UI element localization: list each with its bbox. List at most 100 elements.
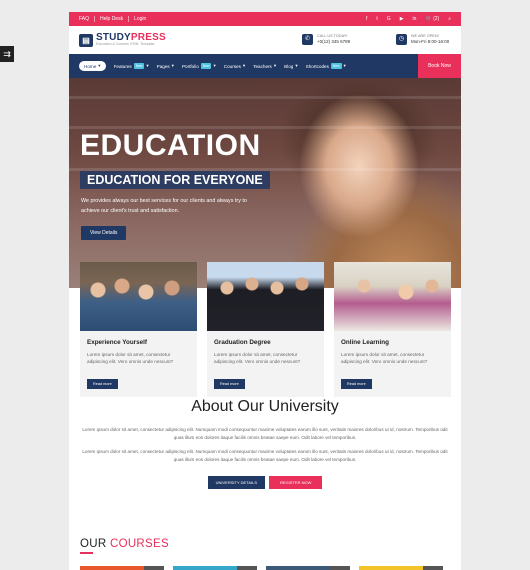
top-bar: FAQ Help Desk Login f t G ▶ in 🛒 (2) ⌕: [69, 12, 461, 26]
courses-title: OUR COURSES: [80, 538, 169, 554]
chevron-down-icon: ▾: [98, 63, 101, 68]
course-price-tag: [330, 566, 350, 570]
card-title: Experience Yourself: [87, 339, 147, 346]
nav-portfolio-label: Portfolio: [181, 63, 199, 69]
nav-blog[interactable]: Blog ▾: [284, 63, 298, 69]
call-text: CALL US TODAY! +0(12) 345 6789: [317, 34, 350, 45]
side-menu-toggle[interactable]: ⇉: [0, 46, 14, 62]
card-body: Online Learning Lorem ipsum dolor sit am…: [334, 331, 451, 397]
social-links: f t G ▶ in 🛒 (2) ⌕: [366, 16, 451, 22]
chevron-down-icon: ▾: [213, 63, 216, 68]
read-more-button[interactable]: Read more: [214, 378, 245, 389]
cart-button[interactable]: 🛒 (2): [425, 16, 439, 22]
course-card[interactable]: [266, 566, 350, 570]
card-text: Lorem ipsum dolor sit amet, consectetur …: [214, 352, 301, 365]
website-page: FAQ Help Desk Login f t G ▶ in 🛒 (2) ⌕ ▤…: [69, 12, 461, 570]
call-number[interactable]: +0(12) 345 6789: [317, 39, 350, 44]
nav-shortcodes-label: Shortcodes: [305, 63, 329, 69]
nav-courses-label: Courses: [223, 63, 241, 69]
logo-tagline: Education & Courses HTML Template: [96, 42, 155, 47]
nav-blog-label: Blog: [284, 63, 294, 69]
read-more-button[interactable]: Read more: [341, 378, 372, 389]
nav-home[interactable]: Home ▾: [79, 61, 106, 71]
new-badge: New: [330, 63, 342, 69]
nav-features-label: Features: [113, 63, 132, 69]
hero-description: We provides always our best services for…: [81, 198, 247, 215]
chevron-down-icon: ▾: [242, 63, 246, 68]
nav-courses[interactable]: Courses ▾: [224, 63, 245, 69]
call-us-info: ✆ CALL US TODAY! +0(12) 345 6789: [302, 34, 350, 46]
students-photo: [80, 262, 197, 331]
hero-title: EDUCATION: [80, 129, 261, 162]
card-text: Lorem ipsum dolor sit amet, consectetur …: [87, 352, 174, 365]
chevron-down-icon: ▾: [146, 63, 149, 68]
chevron-down-icon: ▾: [343, 63, 346, 68]
course-card[interactable]: [359, 566, 443, 570]
course-card[interactable]: [173, 566, 257, 570]
google-plus-icon[interactable]: G: [387, 16, 391, 22]
login-link[interactable]: Login: [129, 16, 151, 22]
open-hours-info: ◷ WE ARE OPEN! Mon-Fri 8:00-16:00: [396, 34, 449, 46]
nav-portfolio[interactable]: Portfolio New ▾: [182, 63, 216, 69]
feature-card: Graduation Degree Lorem ipsum dolor sit …: [207, 262, 324, 397]
card-title: Online Learning: [341, 339, 389, 346]
title-underline: [80, 552, 93, 554]
feature-card: Online Learning Lorem ipsum dolor sit am…: [334, 262, 451, 397]
faq-link[interactable]: FAQ: [79, 16, 96, 22]
read-more-button[interactable]: Read more: [87, 378, 118, 389]
about-title: About Our University: [191, 398, 339, 415]
site-header: ▤ STUDYPRESS Education & Courses HTML Te…: [69, 26, 461, 54]
course-cards-preview: [80, 566, 443, 570]
chevron-down-icon: ▾: [273, 63, 277, 68]
hero-slider: EDUCATION EDUCATION FOR EVERYONE We prov…: [69, 78, 461, 288]
logo-text: STUDYPRESS Education & Courses HTML Temp…: [96, 33, 166, 47]
new-badge: New: [133, 63, 145, 69]
phone-icon: ✆: [302, 34, 313, 46]
about-buttons: UNIVERSITY DETAILS REGISTER NOW: [69, 476, 461, 490]
shelf-decoration: [69, 96, 461, 99]
about-section: About Our University Lorem ipsum dolor s…: [69, 398, 461, 490]
register-now-button[interactable]: REGISTER NOW: [269, 476, 323, 490]
chevron-down-icon: ▾: [295, 63, 298, 68]
about-paragraph: Lorem ipsum dolor sit amet, consectetur …: [82, 449, 448, 462]
twitter-icon[interactable]: t: [376, 16, 377, 22]
help-desk-link[interactable]: Help Desk: [95, 16, 130, 22]
courses-section: OUR COURSES: [80, 538, 169, 554]
course-card[interactable]: [80, 566, 164, 570]
courses-title-our: OUR: [80, 538, 107, 550]
nav-home-label: Home: [84, 63, 97, 69]
top-links: FAQ Help Desk Login: [79, 16, 151, 22]
feature-card: Experience Yourself Lorem ipsum dolor si…: [80, 262, 197, 397]
open-text: WE ARE OPEN! Mon-Fri 8:00-16:00: [411, 34, 449, 45]
main-nav: Home ▾ Features New ▾ Pages ▾ Portfolio New ▾ …: [69, 54, 461, 78]
chevron-down-icon: ▾: [171, 63, 174, 68]
view-details-button[interactable]: View Details: [81, 226, 127, 240]
feature-cards: Experience Yourself Lorem ipsum dolor si…: [80, 262, 451, 397]
youtube-icon[interactable]: ▶: [400, 16, 404, 22]
nav-shortcodes[interactable]: Shortcodes New ▾: [306, 63, 346, 69]
about-paragraph: Lorem ipsum dolor sit amet, consectetur …: [82, 427, 448, 440]
online-learning-photo: [334, 262, 451, 331]
new-badge: New: [200, 63, 212, 69]
facebook-icon[interactable]: f: [366, 16, 367, 22]
linkedin-icon[interactable]: in: [413, 16, 417, 22]
nav-pages-label: Pages: [156, 63, 170, 69]
hero-subtitle: EDUCATION FOR EVERYONE: [80, 171, 270, 189]
nav-teachers[interactable]: Teachers ▾: [253, 63, 276, 69]
clock-icon: ◷: [396, 34, 407, 46]
course-price-tag: [423, 566, 443, 570]
graduates-photo: [207, 262, 324, 331]
card-body: Experience Yourself Lorem ipsum dolor si…: [80, 331, 197, 397]
nav-teachers-label: Teachers: [253, 63, 272, 69]
nav-features[interactable]: Features New ▾: [114, 63, 149, 69]
open-hours: Mon-Fri 8:00-16:00: [411, 39, 450, 45]
courses-title-courses: COURSES: [109, 538, 169, 550]
site-logo[interactable]: ▤ STUDYPRESS Education & Courses HTML Te…: [79, 33, 166, 47]
nav-pages[interactable]: Pages ▾: [157, 63, 174, 69]
university-details-button[interactable]: UNIVERSITY DETAILS: [207, 476, 266, 490]
search-icon[interactable]: ⌕: [448, 16, 451, 22]
book-now-button[interactable]: Book Now: [418, 54, 461, 78]
card-title: Graduation Degree: [214, 339, 271, 346]
course-price-tag: [144, 566, 164, 570]
card-text: Lorem ipsum dolor sit amet, consectetur …: [341, 352, 428, 365]
